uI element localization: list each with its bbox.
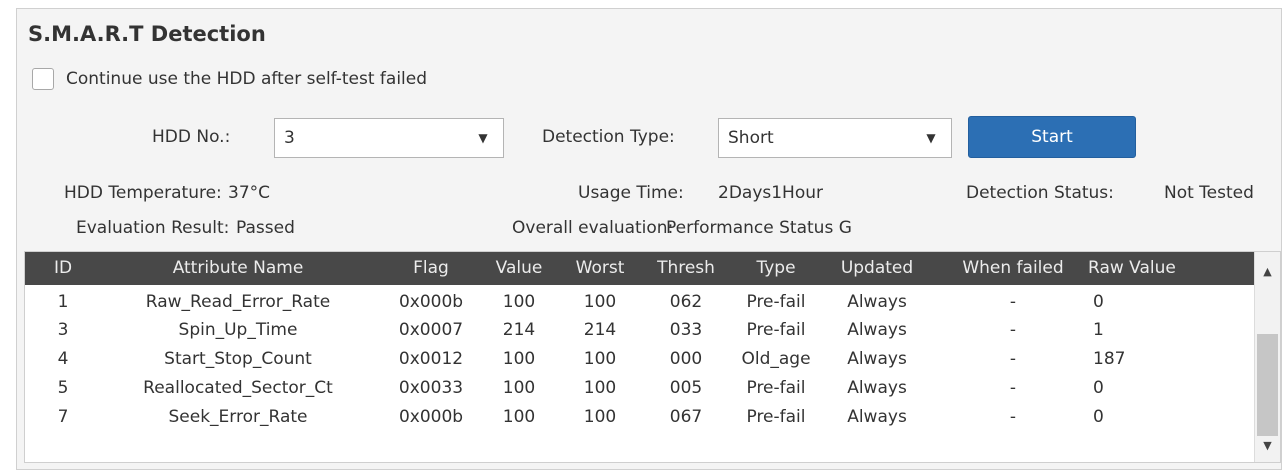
detection-status-label: Detection Status:	[966, 183, 1114, 203]
table-scrollbar[interactable]: ▲ ▼	[1254, 252, 1280, 462]
cell-thresh: 033	[669, 320, 703, 340]
header-when-failed[interactable]: When failed	[962, 252, 1063, 285]
scrollbar-thumb[interactable]	[1257, 334, 1278, 436]
chevron-down-icon[interactable]: ▼	[463, 119, 503, 157]
cell-attribute-name: Reallocated_Sector_Ct	[143, 378, 333, 398]
smart-attributes-table: ID Attribute Name Flag Value Worst Thres…	[24, 251, 1281, 463]
scroll-up-icon[interactable]: ▲	[1255, 256, 1280, 286]
continue-checkbox-label[interactable]: Continue use the HDD after self-test fai…	[66, 69, 427, 89]
header-value[interactable]: Value	[496, 252, 543, 285]
detection-type-select[interactable]: Short ▼	[718, 118, 952, 158]
cell-attribute-name: Raw_Read_Error_Rate	[145, 292, 331, 312]
table-row[interactable]: 5 Reallocated_Sector_Ct 0x0033 100 100 0…	[25, 374, 1255, 403]
start-button[interactable]: Start	[968, 116, 1136, 158]
cell-flag: 0x0012	[398, 349, 464, 369]
cell-thresh: 000	[669, 349, 703, 369]
cell-id: 3	[57, 320, 69, 340]
usage-time-value: 2Days1Hour	[718, 183, 824, 203]
cell-worst: 100	[583, 349, 617, 369]
header-type[interactable]: Type	[756, 252, 795, 285]
cell-worst: 214	[583, 320, 617, 340]
cell-value: 100	[502, 292, 536, 312]
cell-worst: 100	[583, 292, 617, 312]
overall-evaluation-label: Overall evaluation:	[512, 218, 674, 238]
cell-when-failed: -	[1009, 292, 1017, 312]
table-row[interactable]: 7 Seek_Error_Rate 0x000b 100 100 067 Pre…	[25, 403, 1255, 432]
evaluation-result-value: Passed	[236, 218, 295, 238]
cell-id: 4	[57, 349, 69, 369]
cell-flag: 0x000b	[398, 292, 464, 312]
hdd-temperature-value: 37°C	[228, 183, 271, 203]
cell-attribute-name: Start_Stop_Count	[164, 349, 312, 369]
header-worst[interactable]: Worst	[576, 252, 625, 285]
cell-thresh: 005	[669, 378, 703, 398]
cell-updated: Always	[847, 349, 907, 369]
cell-when-failed: -	[1009, 349, 1017, 369]
cell-raw-value: 0	[1093, 407, 1104, 427]
cell-value: 100	[502, 349, 536, 369]
scroll-down-icon[interactable]: ▼	[1255, 430, 1280, 460]
cell-id: 7	[57, 407, 69, 427]
cell-value: 100	[502, 378, 536, 398]
cell-updated: Always	[847, 292, 907, 312]
chevron-down-icon[interactable]: ▼	[911, 119, 951, 157]
cell-attribute-name: Seek_Error_Rate	[168, 407, 308, 427]
cell-value: 214	[502, 320, 536, 340]
cell-updated: Always	[847, 407, 907, 427]
cell-raw-value: 0	[1093, 378, 1104, 398]
continue-checkbox[interactable]	[32, 68, 54, 90]
hdd-no-value: 3	[284, 128, 295, 148]
header-attribute-name[interactable]: Attribute Name	[173, 252, 304, 285]
hdd-temperature-label: HDD Temperature:	[64, 183, 222, 203]
usage-time-label: Usage Time:	[578, 183, 684, 203]
header-flag[interactable]: Flag	[413, 252, 449, 285]
detection-status-value: Not Tested	[1164, 183, 1254, 203]
cell-worst: 100	[583, 407, 617, 427]
section-title: S.M.A.R.T Detection	[28, 22, 266, 46]
header-updated[interactable]: Updated	[841, 252, 913, 285]
cell-attribute-name: Spin_Up_Time	[178, 320, 298, 340]
cell-thresh: 067	[669, 407, 703, 427]
cell-flag: 0x0033	[398, 378, 464, 398]
header-raw-value[interactable]: Raw Value	[1088, 252, 1176, 285]
cell-when-failed: -	[1009, 407, 1017, 427]
cell-id: 5	[57, 378, 69, 398]
table-header: ID Attribute Name Flag Value Worst Thres…	[25, 252, 1255, 285]
cell-worst: 100	[583, 378, 617, 398]
evaluation-result-label: Evaluation Result:	[76, 218, 230, 238]
detection-type-value: Short	[728, 128, 774, 148]
cell-type: Pre-fail	[746, 407, 806, 427]
continue-checkbox-row[interactable]: Continue use the HDD after self-test fai…	[32, 66, 427, 92]
header-thresh[interactable]: Thresh	[657, 252, 715, 285]
cell-value: 100	[502, 407, 536, 427]
cell-when-failed: -	[1009, 320, 1017, 340]
cell-type: Old_age	[741, 349, 811, 369]
cell-when-failed: -	[1009, 378, 1017, 398]
table-row[interactable]: 1 Raw_Read_Error_Rate 0x000b 100 100 062…	[25, 288, 1255, 317]
cell-updated: Always	[847, 320, 907, 340]
overall-evaluation-value: Performance Status G	[666, 218, 852, 238]
cell-raw-value: 187	[1093, 349, 1126, 369]
cell-flag: 0x000b	[398, 407, 464, 427]
cell-raw-value: 1	[1093, 320, 1104, 340]
cell-id: 1	[57, 292, 69, 312]
cell-raw-value: 0	[1093, 292, 1104, 312]
header-id[interactable]: ID	[54, 252, 72, 285]
hdd-no-select[interactable]: 3 ▼	[274, 118, 504, 158]
cell-updated: Always	[847, 378, 907, 398]
cell-type: Pre-fail	[746, 292, 806, 312]
table-row[interactable]: 3 Spin_Up_Time 0x0007 214 214 033 Pre-fa…	[25, 316, 1255, 345]
hdd-no-label: HDD No.:	[152, 127, 231, 147]
detection-type-label: Detection Type:	[542, 127, 675, 147]
cell-type: Pre-fail	[746, 378, 806, 398]
cell-type: Pre-fail	[746, 320, 806, 340]
cell-thresh: 062	[669, 292, 703, 312]
cell-flag: 0x0007	[398, 320, 464, 340]
table-row[interactable]: 4 Start_Stop_Count 0x0012 100 100 000 Ol…	[25, 345, 1255, 374]
